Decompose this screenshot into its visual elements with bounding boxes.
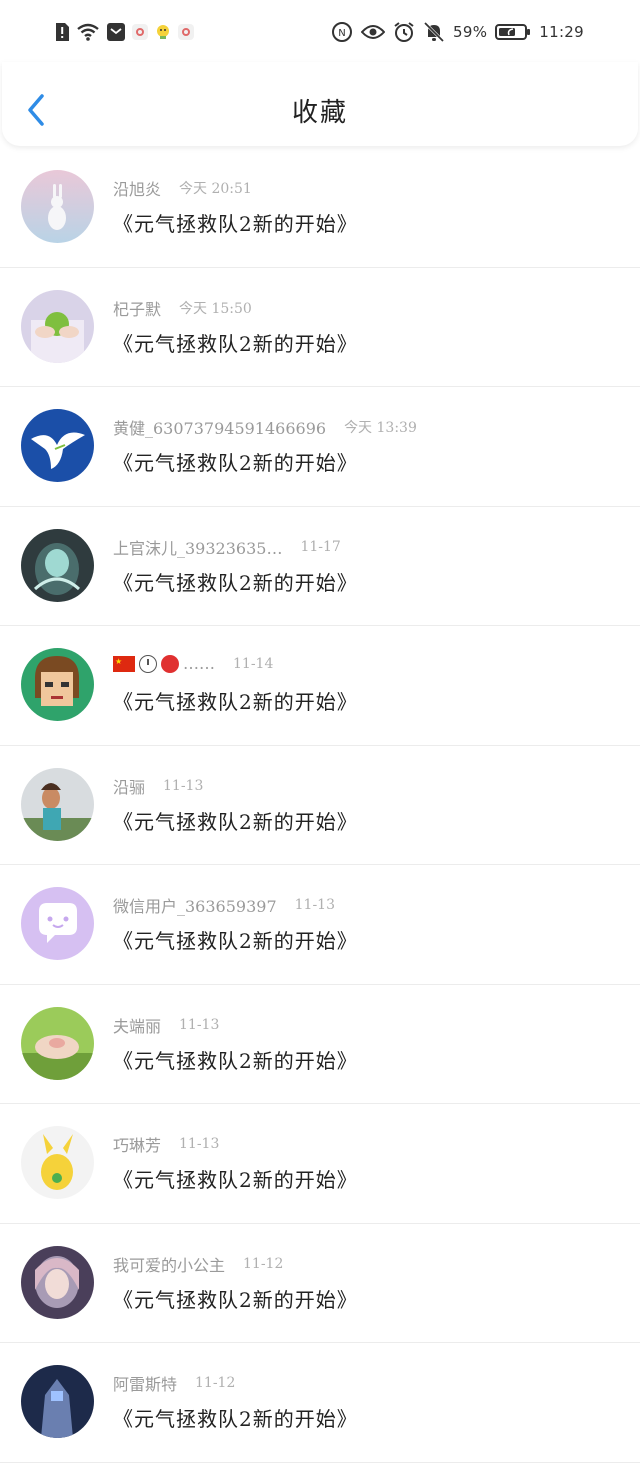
item-meta: 上官沫儿_39323635… 11-17 xyxy=(113,535,341,559)
timestamp: 11-12 xyxy=(243,1255,284,1272)
username: 阿雷斯特 xyxy=(113,1375,178,1394)
list-item[interactable]: …… 11-14 《元气拯救队2新的开始》 xyxy=(0,626,640,746)
avatar xyxy=(21,1126,94,1199)
username: 我可爱的小公主 xyxy=(113,1255,226,1275)
favorite-content: 《元气拯救队2新的开始》 xyxy=(113,1048,358,1073)
item-meta: 夫端丽 11-13 xyxy=(113,1013,219,1037)
list-item[interactable]: 杞子默 今天 15:50 《元气拯救队2新的开始》 xyxy=(0,267,640,387)
username-suffix: …… xyxy=(183,654,215,673)
username: 夫端丽 xyxy=(113,1016,162,1036)
chick-app-icon xyxy=(154,23,172,41)
favorites-list: 沿旭炎 今天 20:51 《元气拯救队2新的开始》 杞子默 今天 15:50 《… xyxy=(0,148,640,1463)
timestamp: 今天 13:39 xyxy=(344,420,417,436)
avatar xyxy=(21,767,94,841)
favorite-content: 《元气拯救队2新的开始》 xyxy=(113,570,358,595)
item-meta: 阿雷斯特 11-12 xyxy=(113,1371,235,1395)
wifi-icon xyxy=(76,22,100,42)
weibo-icon xyxy=(178,24,194,40)
avatar xyxy=(21,887,94,960)
item-meta: 沿旭炎 今天 20:51 xyxy=(113,176,252,200)
username: 杞子默 xyxy=(113,299,162,319)
page-title: 收藏 xyxy=(291,98,348,128)
list-item[interactable]: 黄健_63073794591466696 今天 13:39 《元气拯救队2新的开… xyxy=(0,387,640,507)
favorite-content: 《元气拯救队2新的开始》 xyxy=(113,929,358,953)
favorite-content: 《元气拯救队2新的开始》 xyxy=(113,690,358,714)
favorite-content: 《元气拯救队2新的开始》 xyxy=(113,212,358,236)
timestamp: 11-13 xyxy=(179,1136,220,1152)
status-bar-left xyxy=(54,18,194,46)
battery-icon xyxy=(495,23,531,41)
favorite-content: 《元气拯救队2新的开始》 xyxy=(113,809,358,834)
message-app-icon xyxy=(106,22,126,42)
list-item[interactable]: 上官沫儿_39323635… 11-17 《元气拯救队2新的开始》 xyxy=(0,506,640,626)
list-item[interactable]: 阿雷斯特 11-12 《元气拯救队2新的开始》 xyxy=(0,1343,640,1463)
avatar xyxy=(21,1245,94,1319)
username: 微信用户_363659397 xyxy=(113,897,277,916)
username-emojis: …… xyxy=(113,654,215,673)
timestamp: 今天 15:50 xyxy=(179,300,252,317)
eye-icon xyxy=(361,23,386,41)
alert-icon xyxy=(54,22,70,42)
item-meta: 微信用户_363659397 11-13 xyxy=(113,893,335,917)
avatar xyxy=(21,528,94,602)
weibo-icon xyxy=(132,24,148,40)
favorite-content: 《元气拯救队2新的开始》 xyxy=(113,451,358,475)
timestamp: 今天 20:51 xyxy=(179,181,252,197)
username: 上官沫儿_39323635… xyxy=(113,538,283,558)
list-item[interactable]: 微信用户_363659397 11-13 《元气拯救队2新的开始》 xyxy=(0,865,640,985)
ping-pong-icon xyxy=(161,654,179,673)
china-flag-icon xyxy=(113,655,135,672)
timestamp: 11-13 xyxy=(179,1016,220,1033)
avatar xyxy=(21,648,94,721)
status-bar-right: N 59% 11:29 xyxy=(331,18,584,46)
timestamp: 11-13 xyxy=(163,777,204,794)
username: 沿旭炎 xyxy=(113,180,162,199)
battery-percent: 59% xyxy=(453,23,488,41)
username: 黄健_63073794591466696 xyxy=(113,419,327,438)
favorite-content: 《元气拯救队2新的开始》 xyxy=(113,1407,358,1431)
item-meta: 黄健_63073794591466696 今天 13:39 xyxy=(113,415,417,439)
alarm-icon xyxy=(393,21,415,43)
item-meta: 我可爱的小公主 11-12 xyxy=(113,1252,283,1276)
favorite-content: 《元气拯救队2新的开始》 xyxy=(113,1168,358,1192)
timestamp: 11-13 xyxy=(294,897,335,913)
clock-icon xyxy=(139,654,157,673)
item-meta: …… 11-14 xyxy=(113,654,273,673)
list-item[interactable]: 夫端丽 11-13 《元气拯救队2新的开始》 xyxy=(0,984,640,1104)
top-navigation-bar: 收藏 xyxy=(2,62,638,146)
item-meta: 沿骊 11-13 xyxy=(113,774,203,798)
username: 巧琳芳 xyxy=(113,1136,162,1155)
timestamp: 11-12 xyxy=(195,1375,236,1391)
avatar xyxy=(21,170,94,243)
favorite-content: 《元气拯救队2新的开始》 xyxy=(113,1287,358,1312)
clock: 11:29 xyxy=(539,23,584,41)
item-meta: 杞子默 今天 15:50 xyxy=(113,296,252,320)
list-item[interactable]: 我可爱的小公主 11-12 《元气拯救队2新的开始》 xyxy=(0,1223,640,1343)
status-bar: N 59% 11:29 xyxy=(0,0,640,62)
mute-bell-icon xyxy=(423,21,445,43)
svg-text:N: N xyxy=(338,28,345,39)
username: 沿骊 xyxy=(113,777,146,797)
timestamp: 11-14 xyxy=(233,655,274,672)
timestamp: 11-17 xyxy=(300,538,341,555)
list-item[interactable]: 沿骊 11-13 《元气拯救队2新的开始》 xyxy=(0,745,640,865)
avatar xyxy=(21,1006,94,1080)
favorite-content: 《元气拯救队2新的开始》 xyxy=(113,331,358,356)
avatar xyxy=(21,1365,94,1438)
avatar xyxy=(21,409,94,482)
item-meta: 巧琳芳 11-13 xyxy=(113,1132,219,1156)
list-item[interactable]: 巧琳芳 11-13 《元气拯救队2新的开始》 xyxy=(0,1104,640,1224)
data-saver-icon: N xyxy=(331,21,353,43)
list-item[interactable]: 沿旭炎 今天 20:51 《元气拯救队2新的开始》 xyxy=(0,148,640,268)
avatar xyxy=(21,289,94,363)
